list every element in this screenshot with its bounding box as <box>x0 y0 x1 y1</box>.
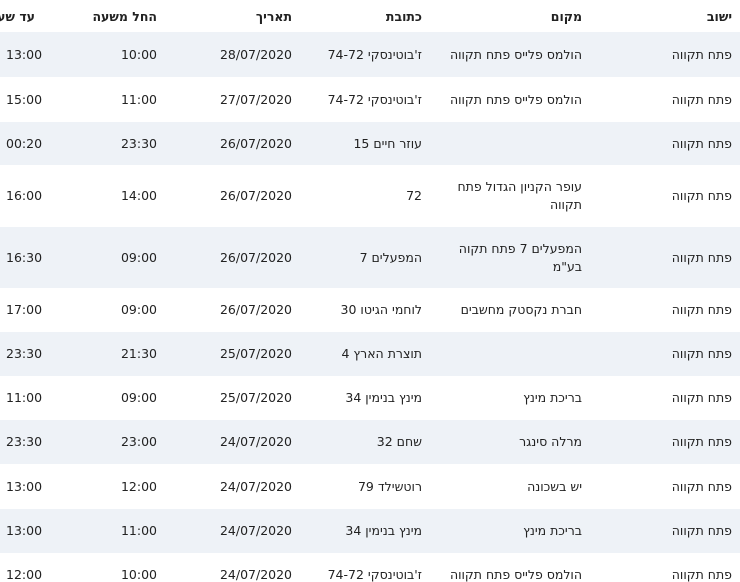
cell-place: המפעלים 7 פתח תקוה בע"מ <box>430 227 590 288</box>
table-row: פתח תקווה עופר הקניון הגדול פתח תקווה 72… <box>0 165 740 227</box>
table-row: פתח תקווה הולמס פלייס פתח תקווה ז'בוטינס… <box>0 77 740 122</box>
cell-place: עופר הקניון הגדול פתח תקווה <box>430 165 590 227</box>
table-row: פתח תקווה תוצרת הארץ 4 25/07/2020 21:30 … <box>0 332 740 376</box>
cell-address: מינץ בנימין 34 <box>300 376 430 420</box>
cell-city: פתח תקווה <box>590 288 740 332</box>
cell-end-time: 13:00 <box>0 509 42 553</box>
cell-end-time: 23:30 <box>0 420 42 464</box>
cell-address: ז'בוטינסקי 74-72 <box>300 77 430 122</box>
cell-address: מינץ בנימין 34 <box>300 509 430 553</box>
header-row: ישוב מקום כתובת תאריך החל משעה עד שעה <box>0 0 740 32</box>
header-end-time: עד שעה <box>0 0 35 32</box>
cell-start-time: 10:00 <box>35 553 165 582</box>
cell-city: פתח תקווה <box>590 509 740 553</box>
cell-city: פתח תקווה <box>590 553 740 582</box>
cell-city: פתח תקווה <box>590 122 740 165</box>
cell-date: 28/07/2020 <box>165 32 300 77</box>
cell-date: 26/07/2020 <box>165 227 300 288</box>
cell-start-time: 23:00 <box>35 420 165 464</box>
cell-address: תוצרת הארץ 4 <box>300 332 430 376</box>
cell-date: 26/07/2020 <box>165 288 300 332</box>
header-date: תאריך <box>165 0 300 32</box>
cell-date: 24/07/2020 <box>165 553 300 582</box>
cell-start-time: 09:00 <box>35 227 165 288</box>
cell-start-time: 21:30 <box>35 332 165 376</box>
header-start-time: החל משעה <box>35 0 165 32</box>
cell-date: 27/07/2020 <box>165 77 300 122</box>
cell-end-time: 13:00 <box>0 464 42 509</box>
cell-city: פתח תקווה <box>590 165 740 227</box>
table-row: פתח תקווה הולמס פלייס פתח תקווה ז'בוטינס… <box>0 32 740 77</box>
exposure-locations-table: ישוב מקום כתובת תאריך החל משעה עד שעה פת… <box>0 0 740 582</box>
cell-address: 72 <box>300 165 430 227</box>
table-body: פתח תקווה הולמס פלייס פתח תקווה ז'בוטינס… <box>0 32 740 582</box>
cell-date: 26/07/2020 <box>165 122 300 165</box>
cell-end-time: 16:30 <box>0 227 42 288</box>
cell-start-time: 10:00 <box>35 32 165 77</box>
cell-place: יש בשכונה <box>430 464 590 509</box>
cell-start-time: 23:30 <box>35 122 165 165</box>
table-header: ישוב מקום כתובת תאריך החל משעה עד שעה <box>0 0 740 32</box>
cell-start-time: 11:00 <box>35 77 165 122</box>
cell-end-time: 16:00 <box>0 165 42 227</box>
cell-start-time: 09:00 <box>35 376 165 420</box>
table-row: פתח תקווה בריכת מינץ מינץ בנימין 34 24/0… <box>0 509 740 553</box>
cell-city: פתח תקווה <box>590 376 740 420</box>
table-row: פתח תקווה עוזר חיים 15 26/07/2020 23:30 … <box>0 122 740 165</box>
cell-city: פתח תקווה <box>590 464 740 509</box>
cell-place <box>430 122 590 165</box>
cell-place: הולמס פלייס פתח תקווה <box>430 77 590 122</box>
header-city: ישוב <box>590 0 740 32</box>
cell-address: שחם 32 <box>300 420 430 464</box>
cell-date: 24/07/2020 <box>165 509 300 553</box>
cell-address: לוחמי הגיטו 30 <box>300 288 430 332</box>
cell-address: ז'בוטינסקי 74-72 <box>300 32 430 77</box>
cell-start-time: 14:00 <box>35 165 165 227</box>
table-row: פתח תקווה המפעלים 7 פתח תקוה בע"מ המפעלי… <box>0 227 740 288</box>
cell-city: פתח תקווה <box>590 32 740 77</box>
header-place: מקום <box>430 0 590 32</box>
cell-date: 24/07/2020 <box>165 464 300 509</box>
cell-address: המפעלים 7 <box>300 227 430 288</box>
cell-place: בריכת מינץ <box>430 376 590 420</box>
cell-end-time: 13:00 <box>0 32 42 77</box>
cell-end-time: 23:30 <box>0 332 42 376</box>
table-row: פתח תקווה הולמס פלייס פתח תקווה ז'בוטינס… <box>0 553 740 582</box>
table-row: פתח תקווה יש בשכונה רוטשילד 79 24/07/202… <box>0 464 740 509</box>
header-address: כתובת <box>300 0 430 32</box>
table-row: פתח תקווה בריכת מינץ מינץ בנימין 34 25/0… <box>0 376 740 420</box>
cell-start-time: 12:00 <box>35 464 165 509</box>
cell-date: 24/07/2020 <box>165 420 300 464</box>
cell-city: פתח תקווה <box>590 420 740 464</box>
cell-city: פתח תקווה <box>590 227 740 288</box>
cell-date: 25/07/2020 <box>165 332 300 376</box>
cell-date: 26/07/2020 <box>165 165 300 227</box>
cell-place: חברת נקסטק מחשבים <box>430 288 590 332</box>
cell-city: פתח תקווה <box>590 77 740 122</box>
cell-place <box>430 332 590 376</box>
cell-place: בריכת מינץ <box>430 509 590 553</box>
cell-end-time: 00:20 <box>0 122 42 165</box>
cell-end-time: 12:00 <box>0 553 42 582</box>
cell-address: רוטשילד 79 <box>300 464 430 509</box>
exposure-table-view: ישוב מקום כתובת תאריך החל משעה עד שעה פת… <box>0 0 740 582</box>
cell-end-time: 17:00 <box>0 288 42 332</box>
cell-address: עוזר חיים 15 <box>300 122 430 165</box>
table-row: פתח תקווה חברת נקסטק מחשבים לוחמי הגיטו … <box>0 288 740 332</box>
cell-address: ז'בוטינסקי 74-72 <box>300 553 430 582</box>
cell-place: מרלה סינגר <box>430 420 590 464</box>
cell-city: פתח תקווה <box>590 332 740 376</box>
cell-start-time: 09:00 <box>35 288 165 332</box>
cell-start-time: 11:00 <box>35 509 165 553</box>
cell-place: הולמס פלייס פתח תקווה <box>430 553 590 582</box>
cell-end-time: 15:00 <box>0 77 42 122</box>
cell-date: 25/07/2020 <box>165 376 300 420</box>
cell-place: הולמס פלייס פתח תקווה <box>430 32 590 77</box>
cell-end-time: 11:00 <box>0 376 42 420</box>
table-row: פתח תקווה מרלה סינגר שחם 32 24/07/2020 2… <box>0 420 740 464</box>
